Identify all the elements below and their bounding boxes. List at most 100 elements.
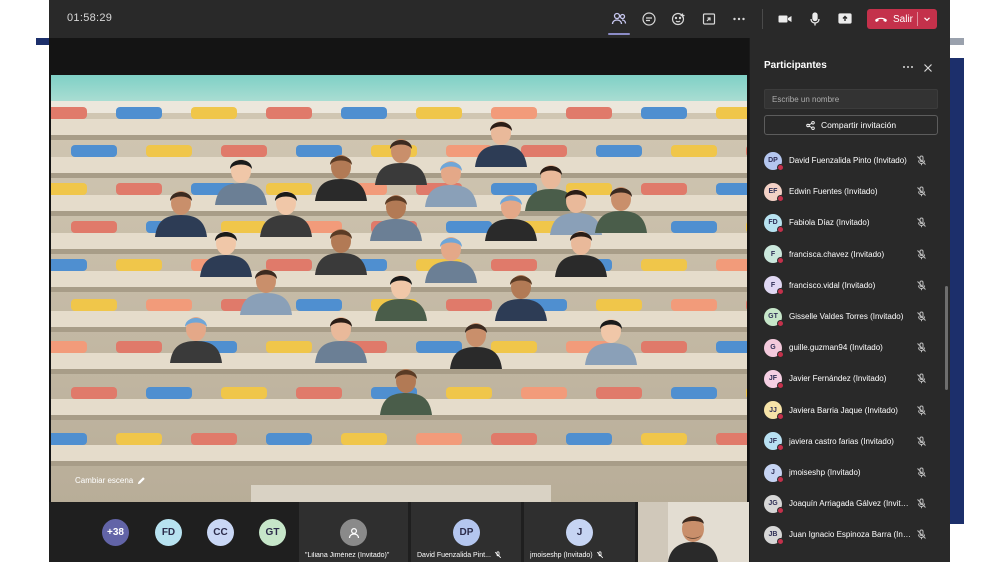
participant-search-input[interactable] xyxy=(764,89,938,109)
leave-button[interactable]: Salir xyxy=(867,9,937,29)
change-scene-label: Cambiar escena xyxy=(75,476,134,485)
chevron-down-icon[interactable] xyxy=(922,14,932,24)
participant-name: Juan Ignacio Espinoza Barra (Invitado) xyxy=(789,530,912,540)
participant-row[interactable]: Ffrancisca.chavez (Invitado) xyxy=(764,239,944,270)
seat xyxy=(416,107,462,119)
reactions-icon[interactable] xyxy=(668,8,690,30)
participant-row[interactable]: Jjmoiseshp (Invitado) xyxy=(764,457,944,488)
seat xyxy=(716,183,747,195)
chat-icon[interactable] xyxy=(638,8,660,30)
seat xyxy=(641,259,687,271)
seat xyxy=(416,433,462,445)
participants-icon[interactable] xyxy=(608,8,630,35)
participant-row[interactable]: JF Javier Fernández (Invitado) xyxy=(764,363,944,394)
status-dot xyxy=(777,475,784,483)
mic-off-icon[interactable] xyxy=(916,529,927,540)
close-icon[interactable] xyxy=(923,63,933,73)
scrollbar-thumb[interactable] xyxy=(945,286,948,390)
seat xyxy=(146,299,192,311)
avatar-initials: FD xyxy=(768,219,778,227)
avatar: J xyxy=(566,519,593,546)
avatar-initials: F xyxy=(770,281,776,289)
seat xyxy=(641,433,687,445)
participant-row[interactable]: Gguille.guzman94 (Invitado) xyxy=(764,332,944,363)
participant-row[interactable]: DP David Fuenzalida Pinto (Invitado) xyxy=(764,145,944,176)
participant-name: Fabiola Díaz (Invitado) xyxy=(789,218,870,228)
participant-name: Gisselle Valdes Torres (Invitado) xyxy=(789,312,904,321)
status-dot xyxy=(777,350,784,358)
seat xyxy=(51,433,87,445)
participant-row[interactable]: Ffrancisco.vidal (Invitado) xyxy=(764,270,944,301)
participant-tile[interactable]: J jmoiseshp (Invitado) xyxy=(524,502,635,562)
seat xyxy=(446,221,492,233)
mic-off-icon[interactable] xyxy=(916,342,927,353)
seat xyxy=(671,387,717,399)
seat xyxy=(521,387,567,399)
leave-label: Salir xyxy=(893,13,914,25)
status-dot xyxy=(777,257,784,265)
share-invite-button[interactable]: Compartir invitación xyxy=(764,115,938,135)
seat xyxy=(341,433,387,445)
share-screen-icon[interactable] xyxy=(834,8,856,30)
change-scene-button[interactable]: Cambiar escena xyxy=(75,476,146,485)
self-video-preview[interactable] xyxy=(638,502,749,562)
participant-row[interactable]: GT Gisselle Valdes Torres (Invitado) xyxy=(764,301,944,332)
participant-row[interactable]: JG Joaquín Arriagada Gálvez (Invitado) xyxy=(764,488,944,519)
mic-off-icon[interactable] xyxy=(916,311,927,322)
person-icon xyxy=(348,527,359,538)
share-tray-icon[interactable] xyxy=(698,8,720,30)
participant-name: Edwin Fuentes (Invitado) xyxy=(789,187,878,197)
mic-off-icon[interactable] xyxy=(916,186,927,197)
microphone-icon[interactable] xyxy=(804,8,826,30)
avatar: EF xyxy=(764,182,784,202)
mic-off-icon[interactable] xyxy=(916,217,927,228)
avatar-initials: GT xyxy=(768,313,778,320)
seat xyxy=(596,387,642,399)
participant-name: Javiera Barria Jaque (Invitado) xyxy=(789,405,898,415)
avatar-initials: F xyxy=(770,250,776,258)
mic-off-icon xyxy=(596,551,603,559)
strip-avatar[interactable]: FD xyxy=(155,519,182,546)
participant-row[interactable]: JF javiera castro farias (Invitado) xyxy=(764,426,944,457)
panel-title: Participantes xyxy=(764,60,827,71)
participant-row[interactable]: EF Edwin Fuentes (Invitado) xyxy=(764,176,944,207)
seat xyxy=(116,107,162,119)
avatar: JF xyxy=(764,369,784,389)
participant-row[interactable]: JJ Javiera Barria Jaque (Invitado) xyxy=(764,395,944,426)
seat xyxy=(341,107,387,119)
teams-meeting-window: 01:58:29 Salir Cambiar escena +38 FD CC … xyxy=(49,0,950,562)
camera-icon[interactable] xyxy=(774,8,796,30)
participant-row[interactable]: FD Fabiola Díaz (Invitado) xyxy=(764,207,944,238)
mic-off-icon[interactable] xyxy=(916,280,927,291)
mic-off-icon[interactable] xyxy=(916,498,927,509)
participant-tile[interactable]: DP David Fuenzalida Pint... xyxy=(411,502,521,562)
avatar: DP xyxy=(764,151,784,171)
mic-off-icon[interactable] xyxy=(916,373,927,384)
seat xyxy=(116,433,162,445)
seat xyxy=(446,299,492,311)
overflow-count-avatar[interactable]: +38 xyxy=(102,519,129,546)
status-dot xyxy=(777,381,784,389)
more-icon[interactable] xyxy=(728,8,750,30)
mic-off-icon[interactable] xyxy=(916,155,927,166)
more-options-icon[interactable] xyxy=(902,62,914,72)
mic-off-icon[interactable] xyxy=(916,467,927,478)
strip-avatar[interactable]: GT xyxy=(259,519,286,546)
participants-panel: Participantes Compartir invitación DP Dav… xyxy=(749,38,950,562)
seat xyxy=(641,107,687,119)
avatar-initials: JF xyxy=(768,375,778,383)
seat xyxy=(671,221,717,233)
participant-name: francisca.chavez (Invitado) xyxy=(789,249,885,259)
mic-off-icon[interactable] xyxy=(916,436,927,447)
participant-tile[interactable]: "Liliana Jiménez (Invitado)" xyxy=(299,502,408,562)
participant-row[interactable]: JB Juan Ignacio Espinoza Barra (Invitado) xyxy=(764,519,944,550)
mic-off-icon[interactable] xyxy=(916,249,927,260)
tile-name: David Fuenzalida Pint... xyxy=(417,551,515,559)
strip-avatar[interactable]: CC xyxy=(207,519,234,546)
avatar: J xyxy=(764,463,784,483)
avatar-initials: JG xyxy=(768,500,778,508)
participant-name: jmoiseshp (Invitado) xyxy=(789,468,861,477)
seat xyxy=(521,145,567,157)
mic-off-icon[interactable] xyxy=(916,405,927,416)
avatar: JG xyxy=(764,494,784,514)
